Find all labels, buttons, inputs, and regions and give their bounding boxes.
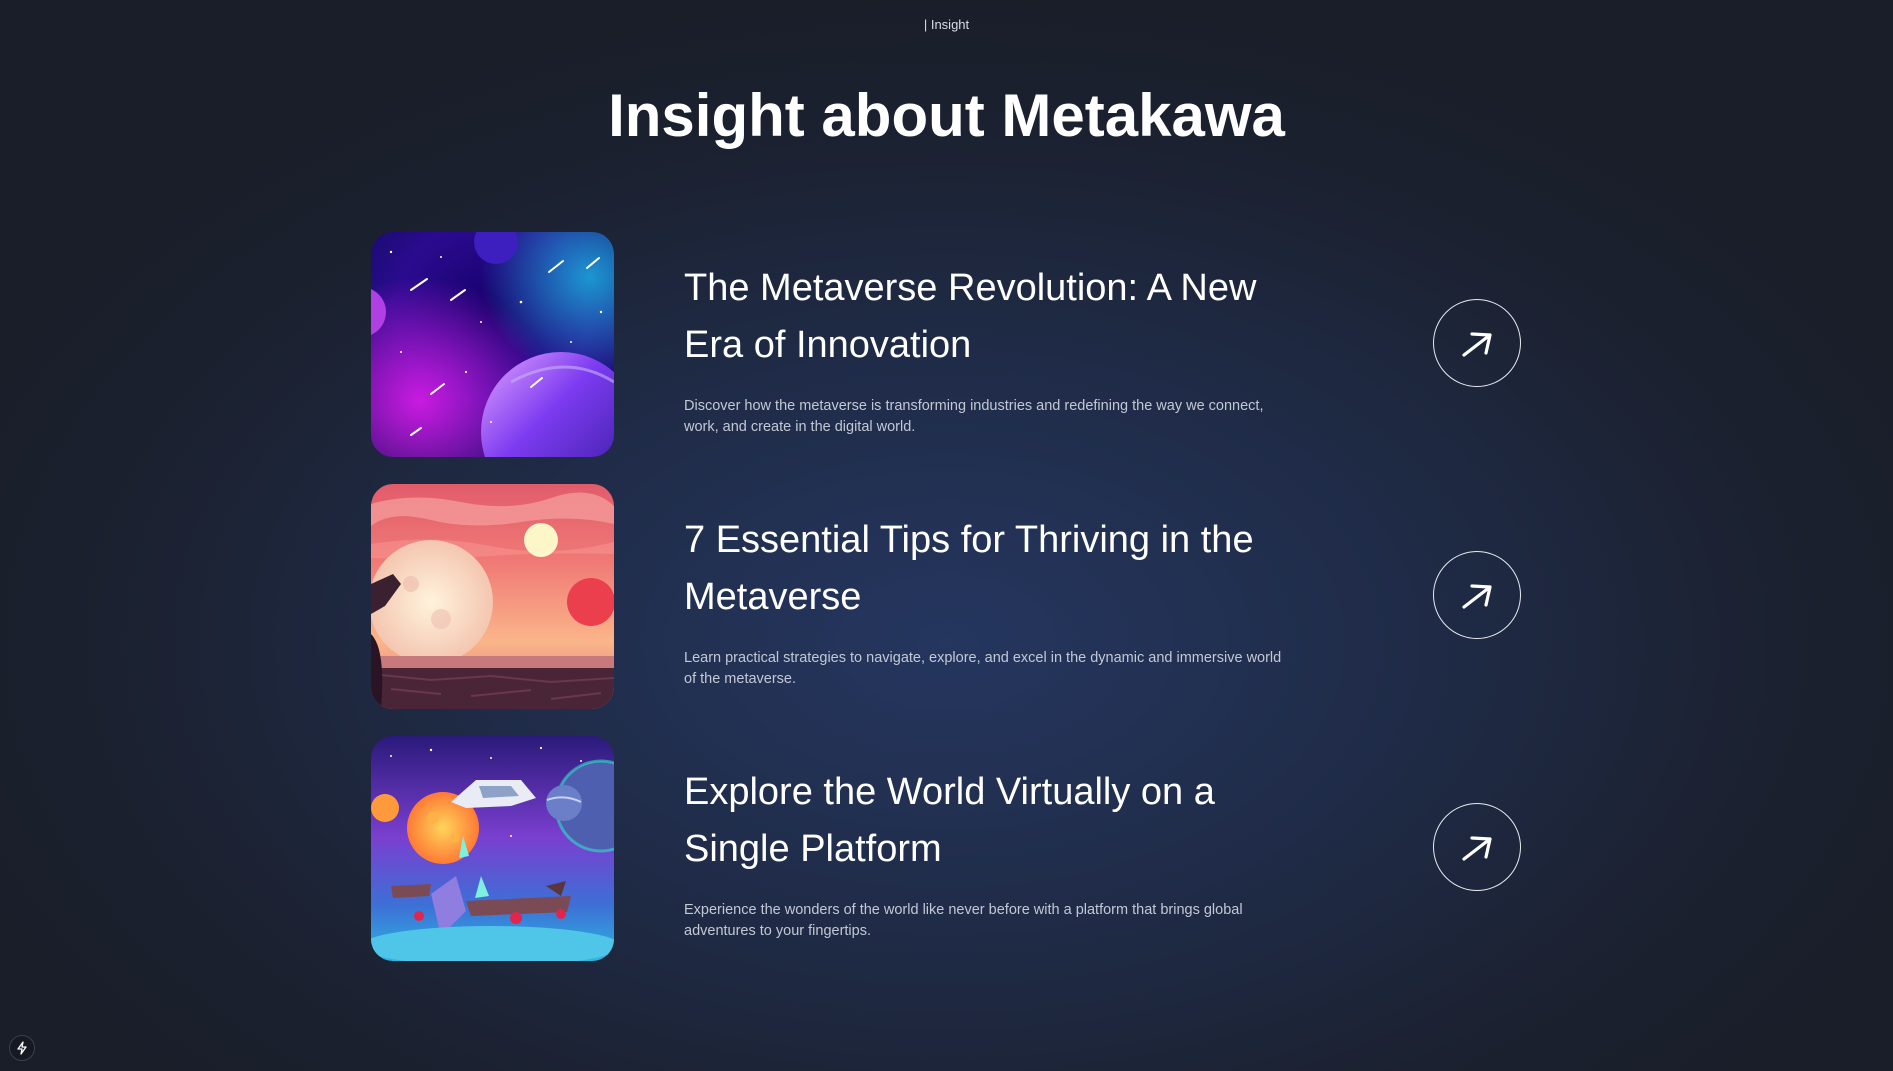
insight-description: Learn practical strategies to navigate, … bbox=[684, 650, 1282, 687]
insight-text: 7 Essential Tips for Thriving in the Met… bbox=[684, 512, 1284, 690]
space-planets-illustration bbox=[371, 232, 614, 457]
page-title: Insight about Metakawa bbox=[608, 82, 1285, 149]
insight-title[interactable]: Explore the World Virtually on a Single … bbox=[684, 764, 1284, 878]
insight-list: The Metaverse Revolution: A New Era of I… bbox=[371, 232, 1523, 988]
insight-card: Explore the World Virtually on a Single … bbox=[371, 736, 1523, 961]
lightning-bolt-icon[interactable] bbox=[9, 1035, 35, 1061]
insight-text: The Metaverse Revolution: A New Era of I… bbox=[684, 260, 1284, 438]
insight-title[interactable]: The Metaverse Revolution: A New Era of I… bbox=[684, 260, 1284, 374]
arrow-up-right-icon bbox=[1462, 836, 1492, 861]
arrow-up-right-icon bbox=[1462, 584, 1492, 609]
insight-text: Explore the World Virtually on a Single … bbox=[684, 764, 1284, 942]
insight-card: The Metaverse Revolution: A New Era of I… bbox=[371, 232, 1523, 457]
insight-title[interactable]: 7 Essential Tips for Thriving in the Met… bbox=[684, 512, 1284, 626]
fantasy-spaceship-planets-illustration bbox=[371, 736, 614, 961]
insight-description: Experience the wonders of the world like… bbox=[684, 902, 1243, 939]
arrow-up-right-icon bbox=[1462, 332, 1492, 357]
section-eyebrow: | Insight bbox=[923, 17, 970, 32]
insight-description: Discover how the metaverse is transformi… bbox=[684, 398, 1264, 435]
open-insight-button[interactable] bbox=[1433, 551, 1521, 639]
open-insight-button[interactable] bbox=[1433, 803, 1521, 891]
open-insight-button[interactable] bbox=[1433, 299, 1521, 387]
insight-card: 7 Essential Tips for Thriving in the Met… bbox=[371, 484, 1523, 709]
alien-sunset-landscape-illustration bbox=[371, 484, 614, 709]
